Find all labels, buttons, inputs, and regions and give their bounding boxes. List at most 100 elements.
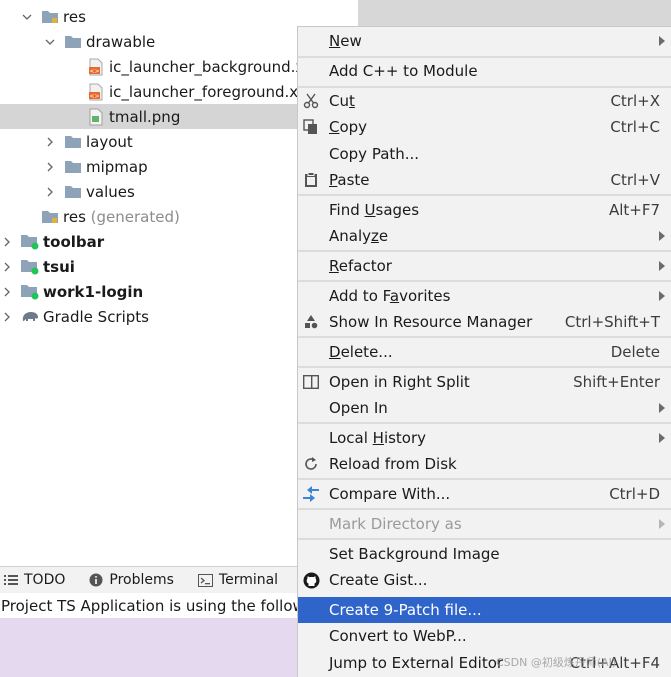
- chevron-right-icon[interactable]: [0, 285, 14, 299]
- chevron-right-icon[interactable]: [43, 160, 57, 174]
- menu-item-shortcut: Ctrl+D: [609, 485, 660, 503]
- resource-manager-icon: [302, 313, 320, 331]
- status-message: Project TS Application is using the foll…: [0, 593, 300, 618]
- submenu-arrow-icon: [659, 36, 665, 46]
- menu-item-create-9-patch-file[interactable]: Create 9-Patch file...: [298, 597, 671, 623]
- menu-item-open-in-right-split[interactable]: Open in Right Split Shift+Enter: [298, 369, 671, 395]
- submenu-arrow-icon: [659, 433, 665, 443]
- tree-item-label: ic_launcher_foreground.x: [109, 82, 299, 101]
- menu-separator: [298, 194, 671, 196]
- chevron-right-icon[interactable]: [43, 185, 57, 199]
- menu-item-shortcut: Shift+Enter: [573, 373, 660, 391]
- tab-terminal[interactable]: Terminal: [194, 567, 284, 594]
- menu-item-compare-with[interactable]: Compare With... Ctrl+D: [298, 481, 671, 507]
- menu-item-label: Convert to WebP...: [329, 627, 467, 645]
- menu-separator: [298, 422, 671, 424]
- menu-item-label: Create Gist...: [329, 571, 428, 589]
- menu-item-label: Local History: [329, 429, 427, 447]
- folder-icon: [63, 133, 83, 151]
- menu-separator: [298, 508, 671, 510]
- menu-item-label: Cut: [329, 92, 355, 110]
- list-icon: [4, 575, 18, 585]
- menu-item-delete[interactable]: Delete... Delete: [298, 339, 671, 365]
- chevron-right-icon[interactable]: [0, 310, 14, 324]
- menu-separator: [298, 336, 671, 338]
- image-file-icon: [86, 108, 106, 126]
- menu-item-label: Compare With...: [329, 485, 451, 503]
- menu-item-add-cpp-to-module[interactable]: Add C++ to Module: [298, 58, 671, 84]
- menu-item-copy-path[interactable]: Copy Path...: [298, 141, 671, 167]
- menu-separator: [298, 250, 671, 252]
- tab-todo-label: TODO: [24, 572, 66, 588]
- resource-folder-icon: [40, 8, 60, 26]
- tab-problems-label: Problems: [109, 572, 174, 588]
- menu-item-show-in-resource-manager[interactable]: Show In Resource Manager Ctrl+Shift+T: [298, 309, 671, 335]
- menu-item-paste[interactable]: Paste Ctrl+V: [298, 167, 671, 193]
- github-icon: [302, 571, 320, 589]
- watermark-text: CSDN @初级炼丹师(AI): [496, 656, 617, 669]
- menu-item-local-history[interactable]: Local History: [298, 425, 671, 451]
- chevron-right-icon[interactable]: [43, 135, 57, 149]
- chevron-down-icon[interactable]: [43, 35, 57, 49]
- menu-item-cut[interactable]: Cut Ctrl+X: [298, 88, 671, 114]
- chevron-down-icon[interactable]: [20, 10, 34, 24]
- gradle-elephant-icon: [20, 308, 40, 326]
- menu-item-label: Copy Path...: [329, 145, 420, 163]
- tool-window-bar: TODO Problems Terminal: [0, 566, 300, 593]
- menu-item-label: Set Background Image: [329, 545, 500, 563]
- tab-todo[interactable]: TODO: [0, 567, 71, 594]
- menu-item-label: Open in Right Split: [329, 373, 470, 391]
- submenu-arrow-icon: [659, 519, 665, 529]
- xml-file-icon: <>: [86, 58, 106, 76]
- resource-folder-icon: [40, 208, 60, 226]
- menu-item-open-in[interactable]: Open In: [298, 395, 671, 421]
- svg-text:<>: <>: [89, 93, 99, 100]
- submenu-arrow-icon: [659, 291, 665, 301]
- module-folder-icon: [20, 233, 40, 251]
- tree-item-label: work1-login: [43, 282, 144, 301]
- tab-terminal-label: Terminal: [218, 572, 279, 588]
- menu-separator: [298, 280, 671, 282]
- tree-item-label: values: [86, 182, 135, 201]
- menu-item-add-to-favorites[interactable]: Add to Favorites: [298, 283, 671, 309]
- menu-item-shortcut: Ctrl+V: [610, 171, 660, 189]
- menu-item-label: Refactor: [329, 257, 392, 275]
- menu-item-shortcut: Ctrl+X: [610, 92, 660, 110]
- tree-item-label: mipmap: [86, 157, 148, 176]
- menu-item-label: Add C++ to Module: [329, 62, 478, 80]
- menu-item-shortcut: Ctrl+Shift+T: [564, 313, 660, 331]
- chevron-right-icon[interactable]: [0, 235, 14, 249]
- submenu-arrow-icon: [659, 231, 665, 241]
- tree-item-label: res: [63, 7, 86, 26]
- menu-item-reload-from-disk[interactable]: Reload from Disk: [298, 451, 671, 477]
- menu-item-label: Create 9-Patch file...: [329, 601, 482, 619]
- menu-item-mark-directory-as: Mark Directory as: [298, 511, 671, 537]
- folder-icon: [63, 158, 83, 176]
- menu-item-label: Copy: [329, 118, 368, 136]
- menu-item-label: Find Usages: [329, 201, 420, 219]
- copy-icon: [302, 118, 320, 136]
- menu-item-find-usages[interactable]: Find Usages Alt+F7: [298, 197, 671, 223]
- menu-item-shortcut: Ctrl+C: [610, 118, 660, 136]
- submenu-arrow-icon: [659, 261, 665, 271]
- chevron-right-icon[interactable]: [0, 260, 14, 274]
- folder-icon: [63, 33, 83, 51]
- terminal-icon: [197, 573, 213, 587]
- menu-item-label: Delete...: [329, 343, 393, 361]
- split-view-icon: [302, 373, 320, 391]
- menu-item-analyze[interactable]: Analyze: [298, 223, 671, 249]
- menu-item-new[interactable]: New: [298, 28, 671, 54]
- menu-item-label: Show In Resource Manager: [329, 313, 533, 331]
- reload-icon: [302, 455, 320, 473]
- tab-problems[interactable]: Problems: [85, 567, 180, 594]
- menu-item-shortcut: Alt+F7: [608, 201, 660, 219]
- menu-item-label: Mark Directory as: [329, 515, 462, 533]
- menu-item-label: Open In: [329, 399, 388, 417]
- menu-item-set-background-image[interactable]: Set Background Image: [298, 541, 671, 567]
- menu-item-convert-to-webp[interactable]: Convert to WebP...: [298, 623, 671, 649]
- tree-item-label: Gradle Scripts: [43, 307, 149, 326]
- menu-item-copy[interactable]: Copy Ctrl+C: [298, 114, 671, 140]
- menu-item-label: Add to Favorites: [329, 287, 451, 305]
- menu-item-create-gist[interactable]: Create Gist...: [298, 567, 671, 593]
- menu-item-refactor[interactable]: Refactor: [298, 253, 671, 279]
